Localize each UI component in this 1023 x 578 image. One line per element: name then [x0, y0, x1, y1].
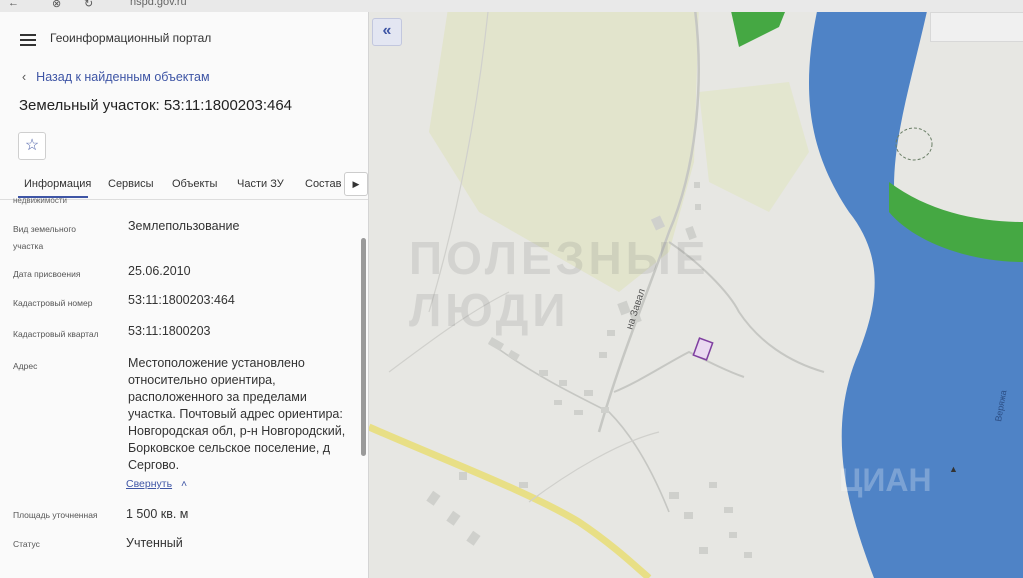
browser-back-icon[interactable]: ←: [8, 0, 19, 9]
chevron-up-icon: ˄: [180, 478, 188, 490]
tab-services[interactable]: Сервисы: [108, 178, 154, 190]
date-value: 25.06.2010: [128, 264, 191, 278]
double-chevron-left-icon: «: [382, 22, 392, 39]
cadastral-number-value: 53:11:1800203:464: [128, 293, 235, 307]
date-label: Дата присвоения: [13, 269, 81, 279]
back-link-label: Назад к найденным объектам: [36, 70, 210, 84]
collapse-panel-button[interactable]: «: [372, 18, 402, 46]
address-label: Адрес: [13, 361, 38, 371]
address-value: Местоположение установлено относительно …: [128, 356, 346, 472]
tabs-scroll-button[interactable]: ▶: [344, 172, 368, 196]
browser-account-icon[interactable]: ⊗: [52, 0, 61, 10]
back-link[interactable]: ‹ Назад к найденным объектам: [22, 70, 210, 84]
map-marker-icon: ▲: [949, 464, 958, 474]
area-value: 1 500 кв. м: [126, 507, 189, 521]
cutoff-field-label: недвижимости: [13, 196, 67, 205]
browser-reload-icon[interactable]: ↻: [84, 0, 93, 10]
chevron-left-icon: ‹: [22, 70, 27, 84]
panel-scrollbar[interactable]: [361, 238, 366, 456]
area-label: Площадь уточненная: [13, 510, 98, 520]
map-search-box[interactable]: [930, 12, 1023, 42]
cadastral-quarter-value: 53:11:1800203: [128, 324, 211, 338]
tab-land-parts[interactable]: Части ЗУ: [237, 178, 284, 190]
address-bar[interactable]: nspd.gov.ru: [130, 0, 187, 8]
land-use-value: Землепользование: [128, 219, 240, 233]
chevron-right-icon: ▶: [352, 179, 360, 189]
status-label: Статус: [13, 539, 40, 549]
map-view[interactable]: на Завал Веряжа ▲ ПОЛЕЗНЫЕ ЛЮДИ ЦИАН: [369, 12, 1023, 578]
menu-icon[interactable]: [20, 34, 36, 46]
tab-composition[interactable]: Состав: [305, 178, 341, 190]
portal-title: Геоинформационный портал: [50, 31, 212, 45]
star-icon: ☆: [24, 137, 40, 154]
cadastral-number-label: Кадастровый номер: [13, 298, 93, 308]
page-title: Земельный участок: 53:11:1800203:464: [19, 97, 293, 114]
land-use-label: Вид земельного участка: [13, 224, 77, 251]
tab-objects[interactable]: Объекты: [172, 178, 217, 190]
tab-information[interactable]: Информация: [24, 178, 91, 190]
collapse-link[interactable]: Свернуть ˄: [126, 478, 187, 490]
info-panel: Геоинформационный портал ‹ Назад к найден…: [0, 12, 369, 578]
collapse-link-label: Свернуть: [126, 478, 173, 490]
status-value: Учтенный: [126, 536, 183, 550]
favorite-button[interactable]: ☆: [18, 132, 46, 160]
watermark: ПОЛЕЗНЫЕ ЛЮДИ: [409, 232, 710, 336]
watermark-corner: ЦИАН: [839, 462, 932, 498]
cadastral-quarter-label: Кадастровый квартал: [13, 329, 99, 339]
